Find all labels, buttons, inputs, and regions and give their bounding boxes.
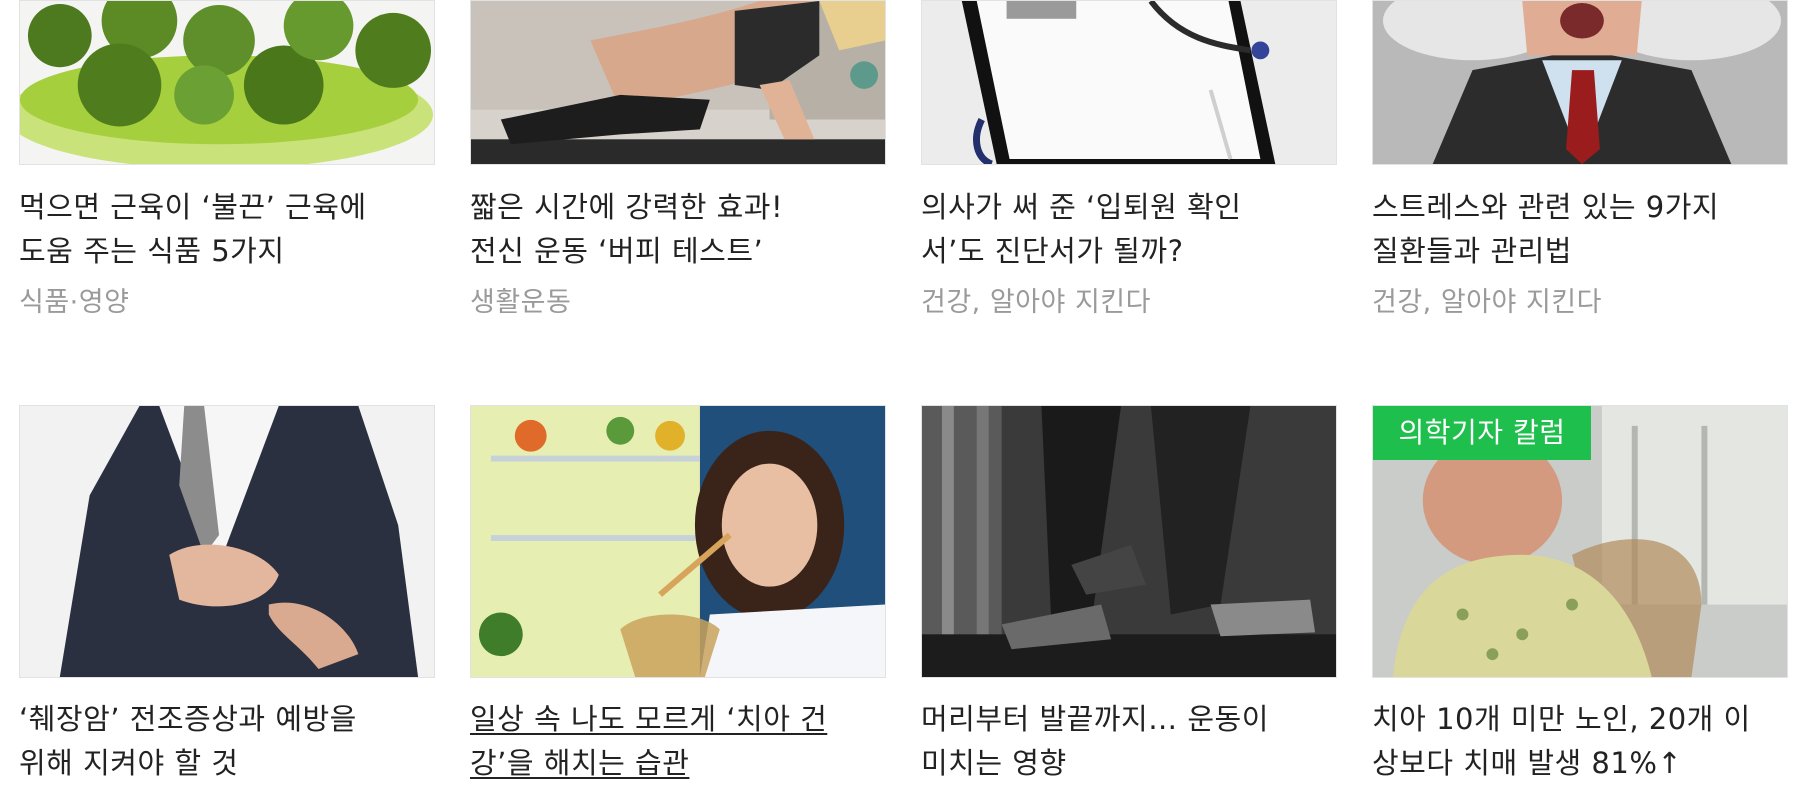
article-title[interactable]: 짧은 시간에 강력한 효과! 전신 운동 ‘버피 테스트’ <box>470 185 890 273</box>
article-title-line[interactable]: 짧은 시간에 강력한 효과! <box>470 185 890 229</box>
article-thumbnail-elderly-man[interactable]: 의학기자 칼럼 <box>1372 405 1788 678</box>
article-title[interactable]: 머리부터 발끝까지… 운동이 미치는 영향 <box>921 697 1341 785</box>
article-title-line[interactable]: 상보다 치매 발생 81%↑ <box>1372 741 1792 785</box>
article-title-line[interactable]: 위해 지켜야 할 것 <box>19 741 439 785</box>
article-thumbnail-broccoli[interactable] <box>19 0 435 165</box>
article-title[interactable]: 스트레스와 관련 있는 9가지 질환들과 관리법 <box>1372 185 1792 273</box>
article-title-line[interactable]: 머리부터 발끝까지… 운동이 <box>921 697 1341 741</box>
article-title-line[interactable]: ‘췌장암’ 전조증상과 예방을 <box>19 697 439 741</box>
article-title[interactable]: 치아 10개 미만 노인, 20개 이 상보다 치매 발생 81%↑ <box>1372 697 1792 785</box>
article-thumbnail-stomach-pain[interactable] <box>19 405 435 678</box>
article-thumbnail-fridge-eating[interactable] <box>470 405 886 678</box>
article-title-line[interactable]: 강’을 해치는 습관 <box>470 741 890 785</box>
article-category[interactable]: 식품·영양 <box>19 286 129 320</box>
article-title-line[interactable]: 일상 속 나도 모르게 ‘치아 건 <box>470 697 890 741</box>
article-title-line[interactable]: 미치는 영향 <box>921 741 1341 785</box>
article-title-line[interactable]: 전신 운동 ‘버피 테스트’ <box>470 229 890 273</box>
article-title-line[interactable]: 서’도 진단서가 될까? <box>921 229 1341 273</box>
article-thumbnail-pushup[interactable] <box>470 0 886 165</box>
article-title-line[interactable]: 도움 주는 식품 5가지 <box>19 229 439 273</box>
article-title[interactable]: 먹으면 근육이 ‘불끈’ 근육에 도움 주는 식품 5가지 <box>19 185 439 273</box>
article-thumbnail-stressed-man[interactable] <box>1372 0 1788 165</box>
article-title[interactable]: 일상 속 나도 모르게 ‘치아 건 강’을 해치는 습관 <box>470 697 890 785</box>
article-title-line[interactable]: 스트레스와 관련 있는 9가지 <box>1372 185 1792 229</box>
article-thumbnail-treadmill[interactable] <box>921 405 1337 678</box>
article-category[interactable]: 건강, 알아야 지킨다 <box>921 286 1151 320</box>
article-title[interactable]: ‘췌장암’ 전조증상과 예방을 위해 지켜야 할 것 <box>19 697 439 785</box>
article-category[interactable]: 건강, 알아야 지킨다 <box>1372 286 1602 320</box>
article-title-line[interactable]: 먹으면 근육이 ‘불끈’ 근육에 <box>19 185 439 229</box>
article-title[interactable]: 의사가 써 준 ‘입퇴원 확인 서’도 진단서가 될까? <box>921 185 1341 273</box>
article-title-line[interactable]: 치아 10개 미만 노인, 20개 이 <box>1372 697 1792 741</box>
article-title-line[interactable]: 질환들과 관리법 <box>1372 229 1792 273</box>
article-thumbnail-clipboard[interactable] <box>921 0 1337 165</box>
article-category[interactable]: 생활운동 <box>470 286 571 320</box>
article-title-line[interactable]: 의사가 써 준 ‘입퇴원 확인 <box>921 185 1341 229</box>
column-badge: 의학기자 칼럼 <box>1373 406 1591 460</box>
